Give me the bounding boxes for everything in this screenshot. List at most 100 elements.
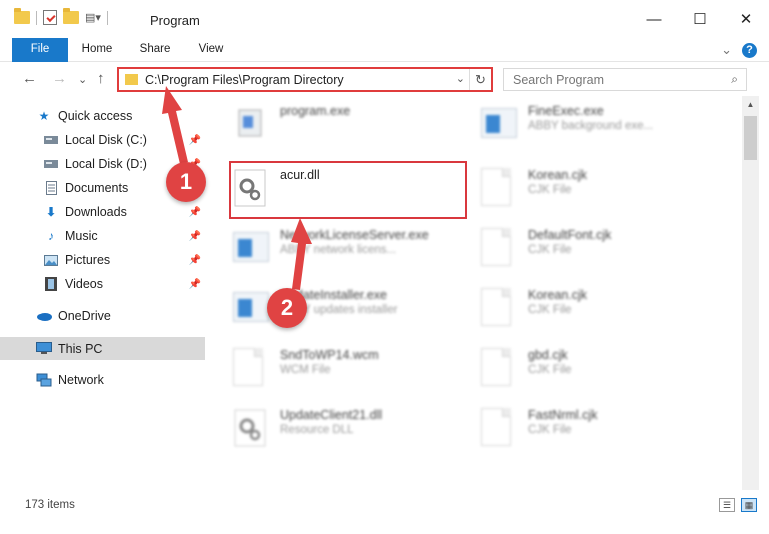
sidebar-item-label: Videos	[65, 277, 103, 291]
close-button[interactable]: ✕	[723, 0, 769, 38]
file-name: Korean.cjk	[528, 168, 588, 182]
recent-locations-button[interactable]: ⌄	[78, 73, 87, 86]
file-desc: ABBY background exe...	[528, 120, 654, 132]
file-name: gbd.cjk	[528, 348, 568, 362]
file-name: DefaultFont.cjk	[528, 228, 612, 242]
file-icon	[233, 348, 267, 388]
scroll-thumb[interactable]	[744, 116, 757, 160]
file-desc: ABBY network licens...	[280, 244, 397, 256]
title-bar: ▤▾ Program — ☐ ✕	[0, 0, 769, 38]
customize-toolbar-icon[interactable]: ▤▾	[85, 11, 101, 24]
details-view-button[interactable]: ☰	[719, 498, 735, 512]
folder-icon[interactable]	[14, 8, 30, 24]
forward-button[interactable]: →	[52, 70, 67, 87]
sidebar-item-label: Music	[65, 229, 98, 243]
step-1-badge: 1	[166, 162, 206, 202]
sidebar-item-label: This PC	[58, 341, 103, 356]
scroll-up-icon[interactable]: ▲	[742, 96, 759, 113]
file-desc: CJK File	[528, 364, 572, 376]
quick-access-toolbar: ▤▾	[14, 8, 108, 25]
app-icon	[233, 288, 269, 328]
sidebar-item-local-disk-c[interactable]: Local Disk (C:) 📌	[0, 129, 205, 151]
app-icon	[233, 228, 269, 268]
file-tile[interactable]: FastNrml.cjk CJK File	[458, 400, 698, 460]
navigation-pane: ★ Quick access Local Disk (C:) 📌 Local D…	[0, 96, 205, 490]
sidebar-item-downloads[interactable]: ⬇ Downloads 📌	[0, 201, 205, 223]
navigation-bar: ← → ⌄ ↑ C:\Program Files\Program Directo…	[0, 62, 769, 96]
pin-icon[interactable]: 📌	[189, 231, 201, 242]
help-icon[interactable]: ?	[742, 42, 757, 58]
sidebar-item-pictures[interactable]: Pictures 📌	[0, 249, 205, 271]
divider	[36, 10, 37, 25]
address-bar[interactable]: C:\Program Files\Program Directory ⌄ ↻	[117, 67, 493, 92]
vertical-scrollbar[interactable]: ▲	[742, 96, 759, 490]
videos-icon	[43, 277, 59, 291]
file-name: Korean.cjk	[528, 288, 588, 302]
file-tile[interactable]: gbd.cjk CJK File	[458, 340, 698, 400]
pin-icon[interactable]: 📌	[189, 255, 201, 266]
sidebar-item-label: Pictures	[65, 253, 111, 267]
file-desc: CJK File	[528, 304, 572, 316]
tab-home[interactable]: Home	[74, 38, 120, 62]
status-bar: 173 items ☰ ▦	[0, 490, 769, 520]
back-button[interactable]: ←	[22, 70, 37, 87]
music-icon: ♪	[48, 229, 54, 243]
file-desc: WCM File	[280, 364, 331, 376]
star-icon: ★	[38, 109, 50, 123]
up-button[interactable]: ↑	[97, 70, 105, 87]
sidebar-item-label: Local Disk (D:)	[65, 157, 147, 171]
tiles-view-button[interactable]: ▦	[741, 498, 757, 512]
network-icon	[36, 373, 52, 387]
file-tile[interactable]: UpdateInstaller.exe ABBY updates install…	[210, 280, 450, 340]
tab-file[interactable]: File	[12, 38, 68, 62]
divider	[106, 10, 108, 25]
sidebar-item-network[interactable]: Network	[0, 369, 205, 391]
refresh-button[interactable]: ↻	[469, 69, 491, 90]
maximize-button[interactable]: ☐	[677, 0, 723, 38]
file-tile[interactable]: Korean.cjk CJK File	[458, 280, 698, 340]
file-desc: CJK File	[528, 424, 572, 436]
file-tile[interactable]: UpdateClient21.dll Resource DLL	[210, 400, 450, 460]
file-tile[interactable]: DefaultFont.cjk CJK File	[458, 220, 698, 280]
file-tile[interactable]: FineExec.exe ABBY background exe...	[458, 96, 698, 156]
new-folder-icon[interactable]	[63, 8, 79, 24]
search-input[interactable]	[504, 69, 714, 90]
file-tile[interactable]: program.exe	[210, 96, 450, 156]
file-name: FastNrml.cjk	[528, 408, 598, 422]
file-tile[interactable]: Korean.cjk CJK File	[458, 160, 698, 220]
file-name: program.exe	[280, 104, 351, 118]
search-icon[interactable]: ⌕	[731, 72, 738, 87]
file-tile[interactable]: NetworkLicenseServer.exe ABBY network li…	[210, 220, 450, 280]
step-2-badge: 2	[267, 288, 307, 328]
ribbon: File Home Share View ⌄ ?	[0, 38, 769, 62]
expand-ribbon-icon[interactable]: ⌄	[721, 42, 732, 58]
window-title: Program	[150, 13, 200, 28]
chevron-down-icon[interactable]: ⌄	[456, 72, 465, 85]
file-tile[interactable]: SndToWP14.wcm WCM File	[210, 340, 450, 400]
sidebar-item-label: Downloads	[65, 205, 127, 219]
minimize-button[interactable]: —	[631, 0, 677, 38]
properties-icon[interactable]	[43, 10, 57, 25]
sidebar-item-label: Quick access	[58, 109, 133, 123]
file-name: SndToWP14.wcm	[280, 348, 379, 362]
tab-share[interactable]: Share	[132, 38, 178, 62]
pictures-icon	[43, 253, 59, 267]
sidebar-item-videos[interactable]: Videos 📌	[0, 273, 205, 295]
sidebar-item-label: Network	[58, 373, 104, 387]
address-path[interactable]: C:\Program Files\Program Directory	[145, 73, 344, 87]
sidebar-item-onedrive[interactable]: OneDrive	[0, 305, 205, 327]
file-name: NetworkLicenseServer.exe	[280, 228, 429, 242]
sidebar-item-music[interactable]: ♪ Music 📌	[0, 225, 205, 247]
sidebar-item-this-pc[interactable]: This PC	[0, 337, 205, 360]
tab-view[interactable]: View	[189, 38, 233, 62]
file-icon	[481, 228, 515, 268]
sidebar-item-quick-access[interactable]: ★ Quick access	[0, 105, 205, 127]
search-box[interactable]: ⌕	[503, 68, 747, 91]
pin-icon[interactable]: 📌	[189, 207, 201, 218]
sidebar-item-label: Documents	[65, 181, 129, 195]
pin-icon[interactable]: 📌	[189, 279, 201, 290]
documents-icon	[43, 181, 59, 195]
pin-icon[interactable]: 📌	[189, 135, 201, 146]
file-desc: CJK File	[528, 184, 572, 196]
file-desc: Resource DLL	[280, 424, 354, 436]
